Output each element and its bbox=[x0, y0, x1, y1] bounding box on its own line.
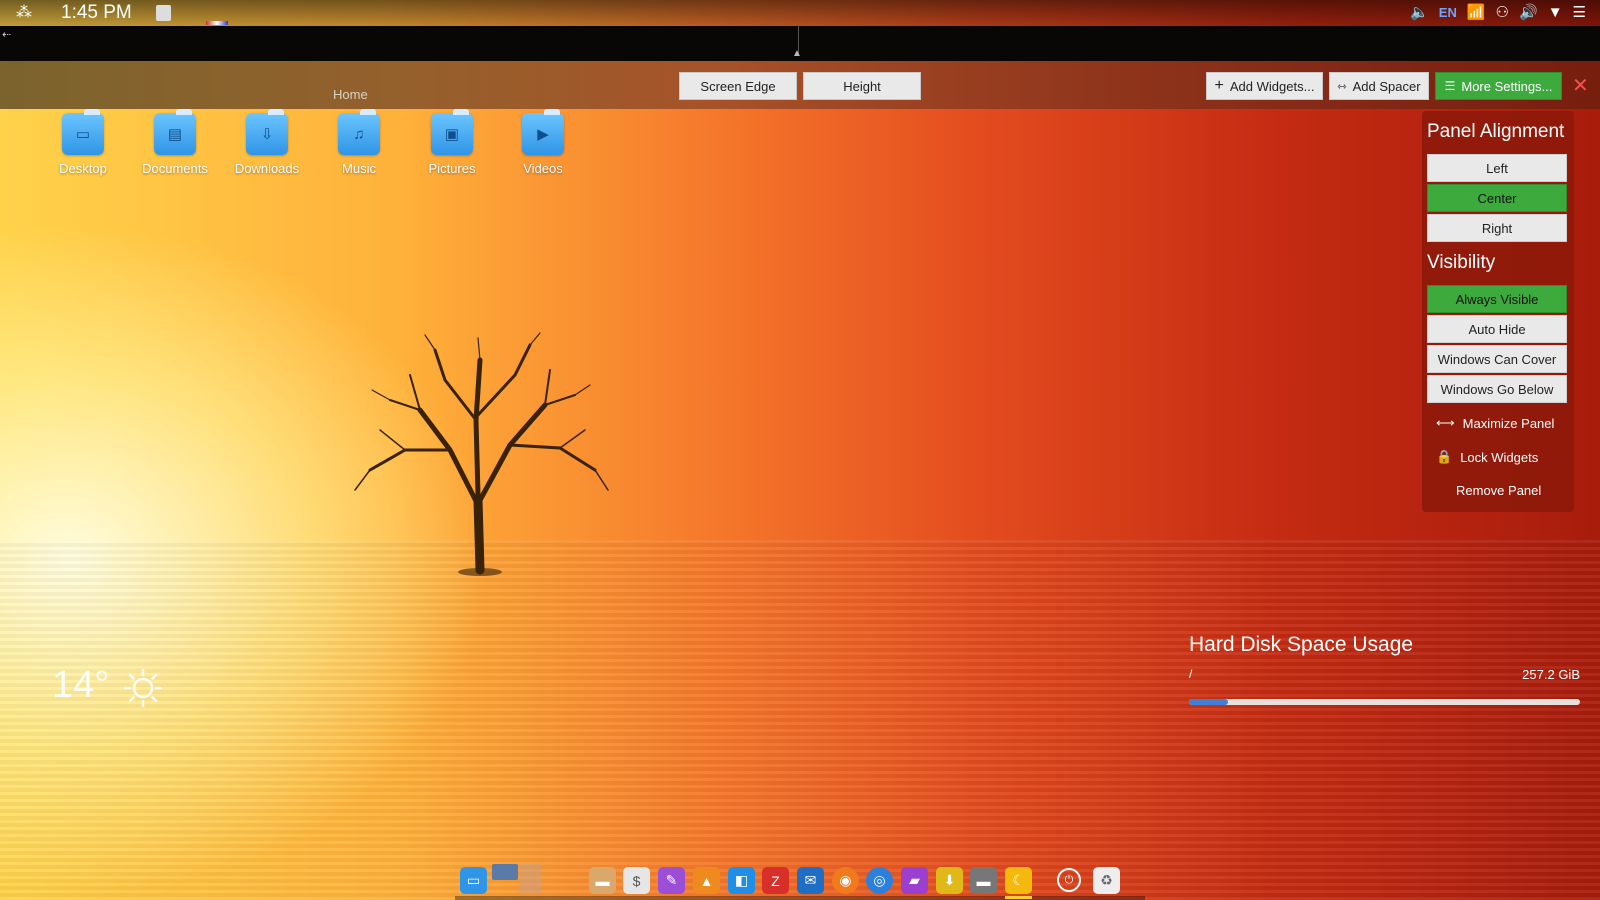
folder-label: Pictures bbox=[428, 161, 476, 176]
tree-silhouette bbox=[354, 332, 609, 576]
drive-icon[interactable]: ▬ bbox=[970, 867, 997, 894]
disk-usage-bar bbox=[1189, 699, 1580, 705]
weather-app-icon[interactable]: ☾ bbox=[1005, 867, 1032, 894]
screen-edge-button[interactable]: Screen Edge bbox=[679, 72, 797, 100]
pictures-folder-icon: ▣ bbox=[431, 109, 473, 155]
disk-usage-widget: Hard Disk Space Usage / 257.2 GiB bbox=[1189, 633, 1580, 705]
chromium-icon[interactable]: ◎ bbox=[866, 867, 893, 894]
add-widgets-button[interactable]: + Add Widgets... bbox=[1206, 72, 1323, 100]
download-manager-icon[interactable]: ⬇ bbox=[936, 867, 963, 894]
menu-icon[interactable]: ☰ bbox=[1573, 3, 1586, 21]
align-right-option[interactable]: Right bbox=[1427, 214, 1567, 242]
weather-temperature: 14° bbox=[52, 664, 110, 706]
disk-mount-point: / bbox=[1189, 667, 1193, 681]
keyboard-layout[interactable]: EN bbox=[1439, 5, 1457, 20]
resize-left-icon[interactable]: ⇠ bbox=[2, 28, 11, 41]
folder-videos[interactable]: ▶ Videos bbox=[498, 109, 588, 176]
folder-label: Music bbox=[342, 161, 376, 176]
workspace-2-thumb[interactable] bbox=[519, 864, 541, 894]
height-button[interactable]: Height bbox=[803, 72, 921, 100]
remove-panel-label: Remove Panel bbox=[1456, 483, 1542, 498]
panel-edit-strip: ⇠ ▲ bbox=[0, 26, 1600, 61]
sun-icon bbox=[123, 668, 163, 708]
windows-can-cover-option[interactable]: Windows Can Cover bbox=[1427, 345, 1567, 373]
center-arrow-icon: ▲ bbox=[792, 48, 802, 59]
lock-widgets-button[interactable]: 🔒 Lock Widgets bbox=[1436, 449, 1538, 465]
more-settings-button[interactable]: ☰ More Settings... bbox=[1435, 72, 1562, 100]
downloads-folder-icon: ⇩ bbox=[246, 109, 288, 155]
maximize-panel-label: Maximize Panel bbox=[1462, 415, 1555, 431]
lock-icon: 🔒 bbox=[1436, 449, 1453, 464]
windows-go-below-option[interactable]: Windows Go Below bbox=[1427, 375, 1567, 403]
firefox-icon[interactable]: ◉ bbox=[832, 867, 859, 894]
maximize-icon: ⟷ bbox=[1436, 415, 1455, 430]
folder-label: Downloads bbox=[234, 161, 300, 176]
spacer-icon: ⇿ bbox=[1337, 80, 1347, 93]
notes-icon[interactable] bbox=[156, 5, 171, 21]
screen-edge-label: Screen Edge bbox=[700, 78, 776, 94]
folder-downloads[interactable]: ⇩ Downloads bbox=[222, 109, 312, 176]
wallpaper-water bbox=[0, 540, 1600, 900]
desktop-folder-icon: ▭ bbox=[62, 109, 104, 155]
flag-icon bbox=[206, 21, 228, 25]
settings-sliders-icon: ☰ bbox=[1444, 79, 1456, 93]
desktop-app-icon[interactable]: ▭ bbox=[460, 867, 487, 894]
align-center-option[interactable]: Center bbox=[1427, 184, 1567, 212]
volume-icon[interactable]: 🔈 bbox=[1410, 3, 1429, 21]
folder-label: Documents bbox=[142, 161, 208, 176]
disk-usage-title: Hard Disk Space Usage bbox=[1189, 633, 1414, 656]
height-label: Height bbox=[843, 78, 881, 94]
always-visible-option[interactable]: Always Visible bbox=[1427, 285, 1567, 313]
spreadsheet-icon[interactable]: $ bbox=[623, 867, 650, 894]
visibility-heading: Visibility bbox=[1427, 252, 1496, 273]
add-spacer-button[interactable]: ⇿ Add Spacer bbox=[1329, 72, 1429, 100]
auto-hide-option[interactable]: Auto Hide bbox=[1427, 315, 1567, 343]
active-app-indicator bbox=[1005, 896, 1032, 899]
disk-size: 257.2 GiB bbox=[1522, 667, 1580, 682]
more-settings-label: More Settings... bbox=[1461, 78, 1553, 94]
vlc-icon[interactable]: ▲ bbox=[693, 867, 720, 894]
dock-base bbox=[455, 896, 1145, 900]
music-folder-icon: ♫ bbox=[338, 109, 380, 155]
system-tray: 🔈 EN 📶 ⚇ 🔊 ▼ ☰ bbox=[1410, 3, 1586, 22]
panel-settings-popup: Panel Alignment Left Center Right Visibi… bbox=[1422, 111, 1574, 512]
launcher-icon[interactable]: ⁂ bbox=[16, 4, 34, 22]
file-manager-icon[interactable]: ▬ bbox=[589, 867, 616, 894]
folder-pictures[interactable]: ▣ Pictures bbox=[407, 109, 497, 176]
dropdown-icon[interactable]: ▼ bbox=[1548, 4, 1563, 21]
wifi-icon[interactable]: 📶 bbox=[1467, 3, 1486, 21]
close-icon[interactable]: ✕ bbox=[1572, 73, 1589, 98]
mail-icon[interactable]: ✉ bbox=[797, 867, 824, 894]
maximize-panel-button[interactable]: ⟷ Maximize Panel bbox=[1436, 415, 1554, 431]
speaker-icon[interactable]: 🔊 bbox=[1519, 3, 1538, 21]
folder-desktop[interactable]: ▭ Desktop bbox=[38, 109, 128, 176]
user-icon[interactable]: ⚇ bbox=[1496, 3, 1509, 21]
home-label: Home bbox=[333, 87, 368, 102]
disk-usage-fill bbox=[1189, 699, 1229, 705]
top-bar: ⁂ 1:45 PM 🔈 EN 📶 ⚇ 🔊 ▼ ☰ bbox=[0, 0, 1600, 26]
plus-icon: + bbox=[1214, 77, 1224, 94]
dock: ▭ ▬ $ ✎ ▲ ◧ Z ✉ ◉ ◎ ▰ ⬇ ▬ ☾ ⏻ ♻ bbox=[455, 862, 1145, 900]
videos-folder-icon: ▶ bbox=[522, 109, 564, 155]
folder-label: Desktop bbox=[59, 161, 107, 176]
lock-widgets-label: Lock Widgets bbox=[1460, 449, 1539, 465]
add-spacer-label: Add Spacer bbox=[1352, 78, 1421, 94]
remove-panel-button[interactable]: Remove Panel bbox=[1456, 483, 1541, 498]
filezilla-icon[interactable]: Z bbox=[762, 867, 789, 894]
store-icon[interactable]: ◧ bbox=[728, 867, 755, 894]
folder-music[interactable]: ♫ Music bbox=[314, 109, 404, 176]
documents-folder-icon: ▤ bbox=[154, 109, 196, 155]
add-widgets-label: Add Widgets... bbox=[1229, 78, 1315, 94]
workspace-1-thumb[interactable] bbox=[492, 864, 518, 880]
clock[interactable]: 1:45 PM bbox=[61, 2, 132, 24]
chat-icon[interactable]: ▰ bbox=[901, 867, 928, 894]
paint-brush-icon[interactable]: ✎ bbox=[658, 867, 685, 894]
folder-label: Videos bbox=[523, 161, 563, 176]
power-icon[interactable]: ⏻ bbox=[1057, 868, 1081, 892]
panel-alignment-heading: Panel Alignment bbox=[1427, 121, 1565, 142]
folder-documents[interactable]: ▤ Documents bbox=[130, 109, 220, 176]
align-left-option[interactable]: Left bbox=[1427, 154, 1567, 182]
trash-icon[interactable]: ♻ bbox=[1093, 867, 1120, 894]
